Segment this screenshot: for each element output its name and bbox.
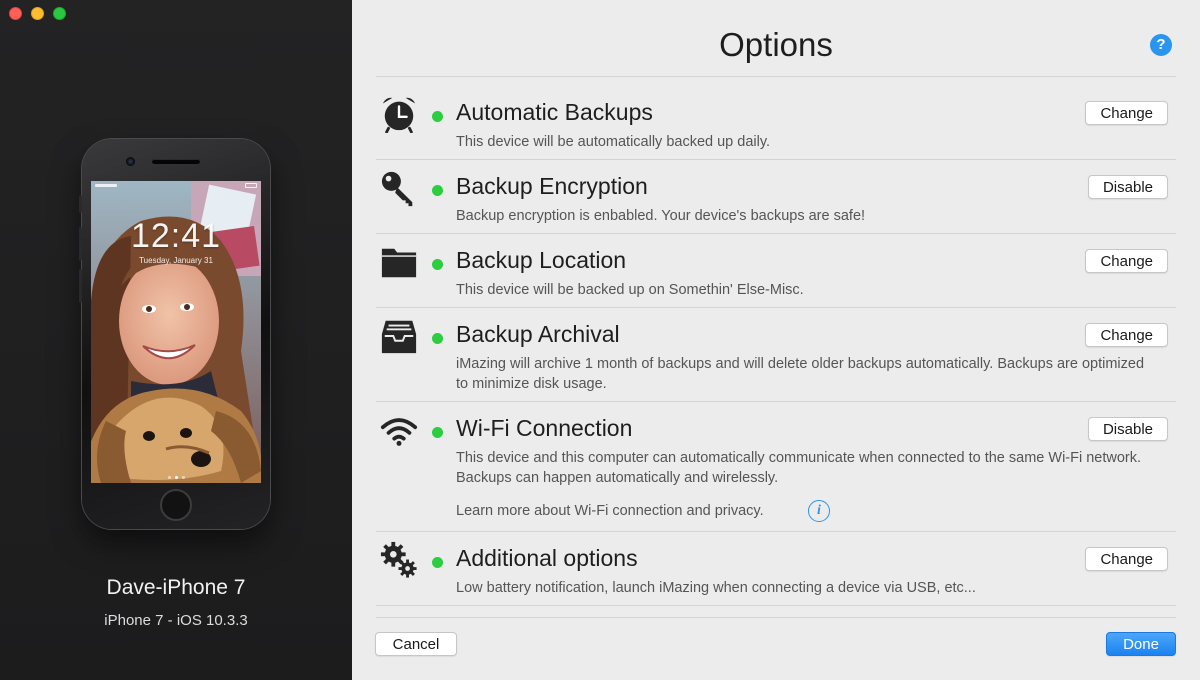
option-description: This device will be automatically backed… xyxy=(456,134,771,150)
earpiece-speaker xyxy=(152,159,200,164)
option-description: iMazing will archive 1 month of backups … xyxy=(456,356,1145,392)
option-title: Backup Location xyxy=(456,247,627,273)
iphone-image: 12:41 Tuesday, January 31 xyxy=(79,139,270,529)
help-button[interactable]: ? xyxy=(1150,34,1172,56)
close-window-button[interactable] xyxy=(9,7,22,20)
change-backup-archival-button[interactable]: Change xyxy=(1085,323,1168,347)
wifi-icon xyxy=(380,412,418,450)
page-indicator xyxy=(91,476,261,479)
option-title: Backup Archival xyxy=(456,321,620,347)
change-additional-options-button[interactable]: Change xyxy=(1085,547,1168,571)
option-backup-encryption: Backup Encryption Backup encryption is e… xyxy=(376,160,1176,234)
status-dot xyxy=(432,185,443,196)
done-button[interactable]: Done xyxy=(1106,632,1176,656)
change-backup-location-button[interactable]: Change xyxy=(1085,249,1168,273)
key-icon xyxy=(380,170,418,208)
option-automatic-backups: Automatic Backups This device will be au… xyxy=(376,77,1176,160)
status-dot xyxy=(432,557,443,568)
lock-screen: 12:41 Tuesday, January 31 xyxy=(91,181,261,483)
status-dot xyxy=(432,259,443,270)
option-description: This device and this computer can automa… xyxy=(456,450,1142,486)
device-name: Dave-iPhone 7 xyxy=(106,576,246,599)
options-panel: Options ? Automatic Backups This device … xyxy=(352,0,1200,680)
change-automatic-backups-button[interactable]: Change xyxy=(1085,101,1168,125)
device-model: iPhone 7 - iOS 10.3.3 xyxy=(104,612,248,629)
option-title: Additional options xyxy=(456,545,638,571)
alarm-clock-icon xyxy=(380,95,418,133)
status-dot xyxy=(432,333,443,344)
page-title: Options xyxy=(719,26,833,63)
home-button xyxy=(160,489,192,521)
option-title: Backup Encryption xyxy=(456,173,648,199)
info-icon[interactable]: i xyxy=(808,500,830,522)
lock-screen-date: Tuesday, January 31 xyxy=(139,256,213,265)
disable-wifi-connection-button[interactable]: Disable xyxy=(1087,417,1168,441)
option-description: This device will be backed up on Somethi… xyxy=(456,282,804,298)
archive-tray-icon xyxy=(380,317,418,355)
maximize-window-button[interactable] xyxy=(53,7,66,20)
option-backup-archival: Backup Archival iMazing will archive 1 m… xyxy=(376,308,1176,402)
disable-backup-encryption-button[interactable]: Disable xyxy=(1087,175,1168,199)
option-wifi-connection: Wi-Fi Connection This device and this co… xyxy=(376,402,1176,532)
window-controls xyxy=(9,7,66,20)
options-list: Automatic Backups This device will be au… xyxy=(376,76,1176,606)
wifi-privacy-link[interactable]: Learn more about Wi-Fi connection and pr… xyxy=(456,503,764,519)
gears-icon xyxy=(380,541,418,579)
status-bar xyxy=(95,182,257,189)
minimize-window-button[interactable] xyxy=(31,7,44,20)
front-camera xyxy=(126,157,135,166)
option-title: Automatic Backups xyxy=(456,99,653,125)
status-dot xyxy=(432,111,443,122)
option-title: Wi-Fi Connection xyxy=(456,415,633,441)
device-sidebar: 12:41 Tuesday, January 31 Dave-iPhone 7 … xyxy=(0,0,352,680)
cancel-button[interactable]: Cancel xyxy=(375,632,457,656)
option-additional-options: Additional options Low battery notificat… xyxy=(376,532,1176,606)
footer-divider xyxy=(376,617,1176,618)
status-dot xyxy=(432,427,443,438)
option-description: Backup encryption is enbabled. Your devi… xyxy=(456,208,866,224)
lock-screen-time: 12:41 xyxy=(130,217,222,255)
option-description: Low battery notification, launch iMazing… xyxy=(456,580,976,596)
option-backup-location: Backup Location This device will be back… xyxy=(376,234,1176,308)
folder-icon xyxy=(380,243,418,281)
